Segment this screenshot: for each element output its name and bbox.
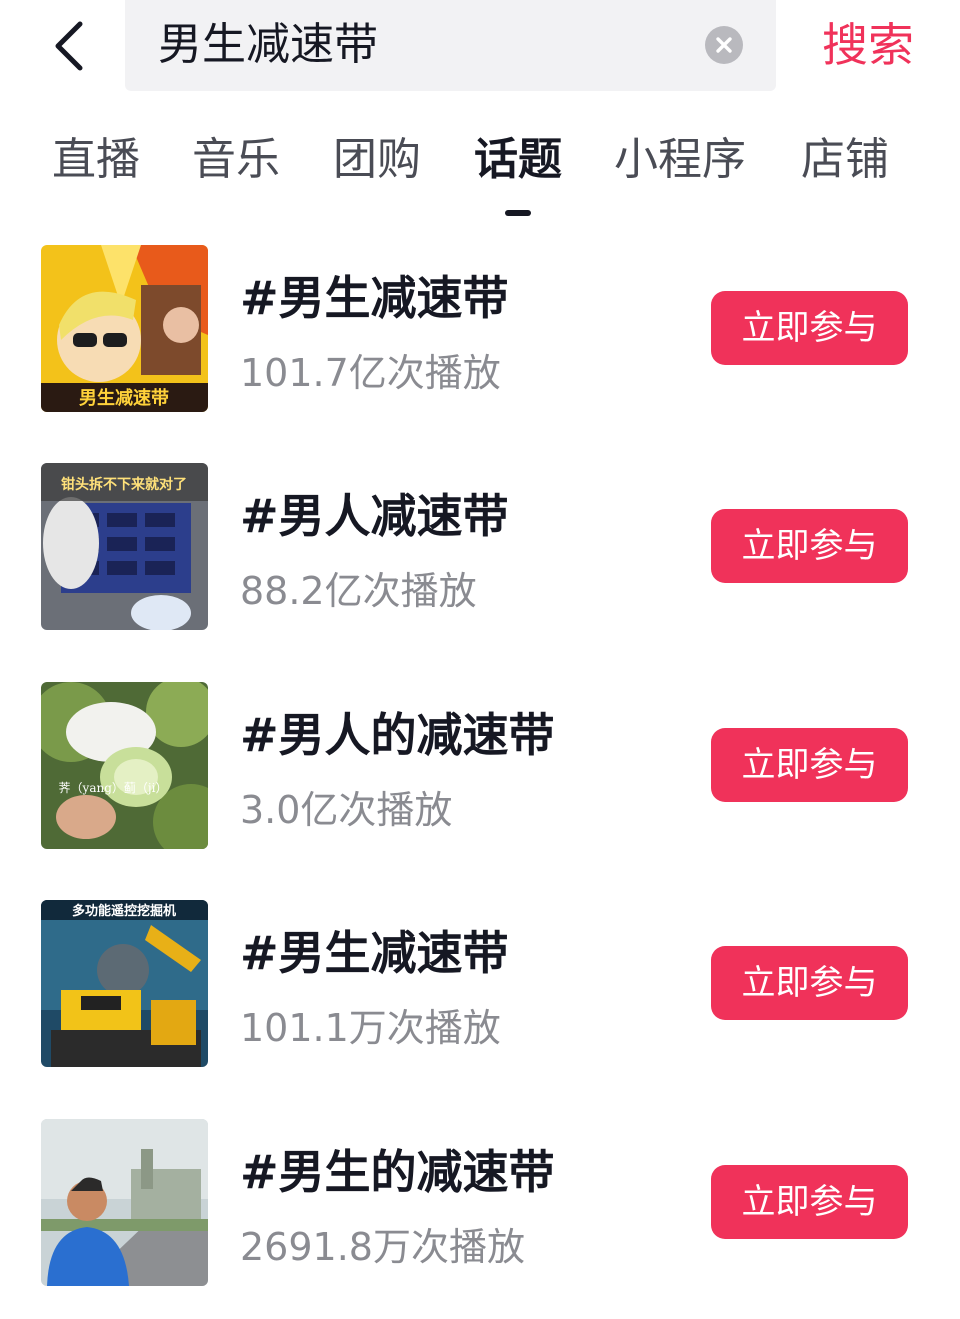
tab-group-buy[interactable]: 团购 (333, 128, 421, 192)
close-circle-icon (716, 37, 732, 53)
join-topic-button[interactable]: 立即参与 (711, 509, 908, 583)
search-header: 搜索 (0, 0, 960, 92)
search-input[interactable] (158, 12, 678, 78)
thumbnail-caption: 多功能遥控挖掘机 (72, 903, 176, 919)
tab-music[interactable]: 音乐 (192, 128, 280, 192)
tab-mini-programs[interactable]: 小程序 (614, 128, 746, 192)
topic-row[interactable]: 荠（yang）蓟（ji） #男人的减速带 3.0亿次播放 立即参与 (0, 682, 960, 850)
topic-play-count: 101.1万次播放 (240, 1006, 501, 1050)
join-topic-button[interactable]: 立即参与 (711, 728, 908, 802)
tab-shops[interactable]: 店铺 (801, 128, 889, 192)
topic-play-count: 88.2亿次播放 (240, 569, 477, 613)
topic-row[interactable]: 多功能遥控挖掘机 #男生减速带 101.1万次播放 立即参与 (0, 900, 960, 1068)
topic-play-count: 101.7亿次播放 (240, 351, 501, 395)
join-topic-button[interactable]: 立即参与 (711, 946, 908, 1020)
topic-play-count: 3.0亿次播放 (240, 788, 453, 832)
active-tab-indicator (505, 210, 531, 216)
thumbnail-caption: 男生减速带 (79, 387, 169, 409)
category-tabs: 直播 音乐 团购 话题 小程序 店铺 (0, 118, 960, 228)
thumbnail-caption: 荠（yang）蓟（ji） (59, 781, 168, 795)
back-button[interactable] (40, 8, 100, 84)
topic-title: #男生的减速带 (240, 1145, 555, 1199)
topic-thumbnail (41, 1119, 208, 1286)
topic-row[interactable]: 男生减速带 #男生减速带 101.7亿次播放 立即参与 (0, 245, 960, 413)
topic-title: #男生减速带 (240, 271, 509, 325)
tab-topics[interactable]: 话题 (474, 128, 562, 192)
clear-search-button[interactable] (705, 26, 743, 64)
topic-thumbnail: 多功能遥控挖掘机 (41, 900, 208, 1067)
tab-live[interactable]: 直播 (52, 128, 140, 192)
thumbnail-caption: 钳头拆不下来就对了 (61, 476, 187, 493)
topic-title: #男人的减速带 (240, 708, 555, 762)
search-submit-button[interactable]: 搜索 (806, 12, 930, 78)
join-topic-button[interactable]: 立即参与 (711, 1165, 908, 1239)
search-box (125, 0, 776, 91)
join-topic-button[interactable]: 立即参与 (711, 291, 908, 365)
chevron-left-icon (55, 21, 83, 71)
topic-play-count: 2691.8万次播放 (240, 1225, 525, 1269)
topic-title: #男人减速带 (240, 489, 509, 543)
topic-row[interactable]: #男生的减速带 2691.8万次播放 立即参与 (0, 1119, 960, 1287)
topic-row[interactable]: 钳头拆不下来就对了 #男人减速带 88.2亿次播放 立即参与 (0, 463, 960, 631)
topic-thumbnail: 钳头拆不下来就对了 (41, 463, 208, 630)
topic-thumbnail: 荠（yang）蓟（ji） (41, 682, 208, 849)
topic-title: #男生减速带 (240, 926, 509, 980)
topic-thumbnail: 男生减速带 (41, 245, 208, 412)
